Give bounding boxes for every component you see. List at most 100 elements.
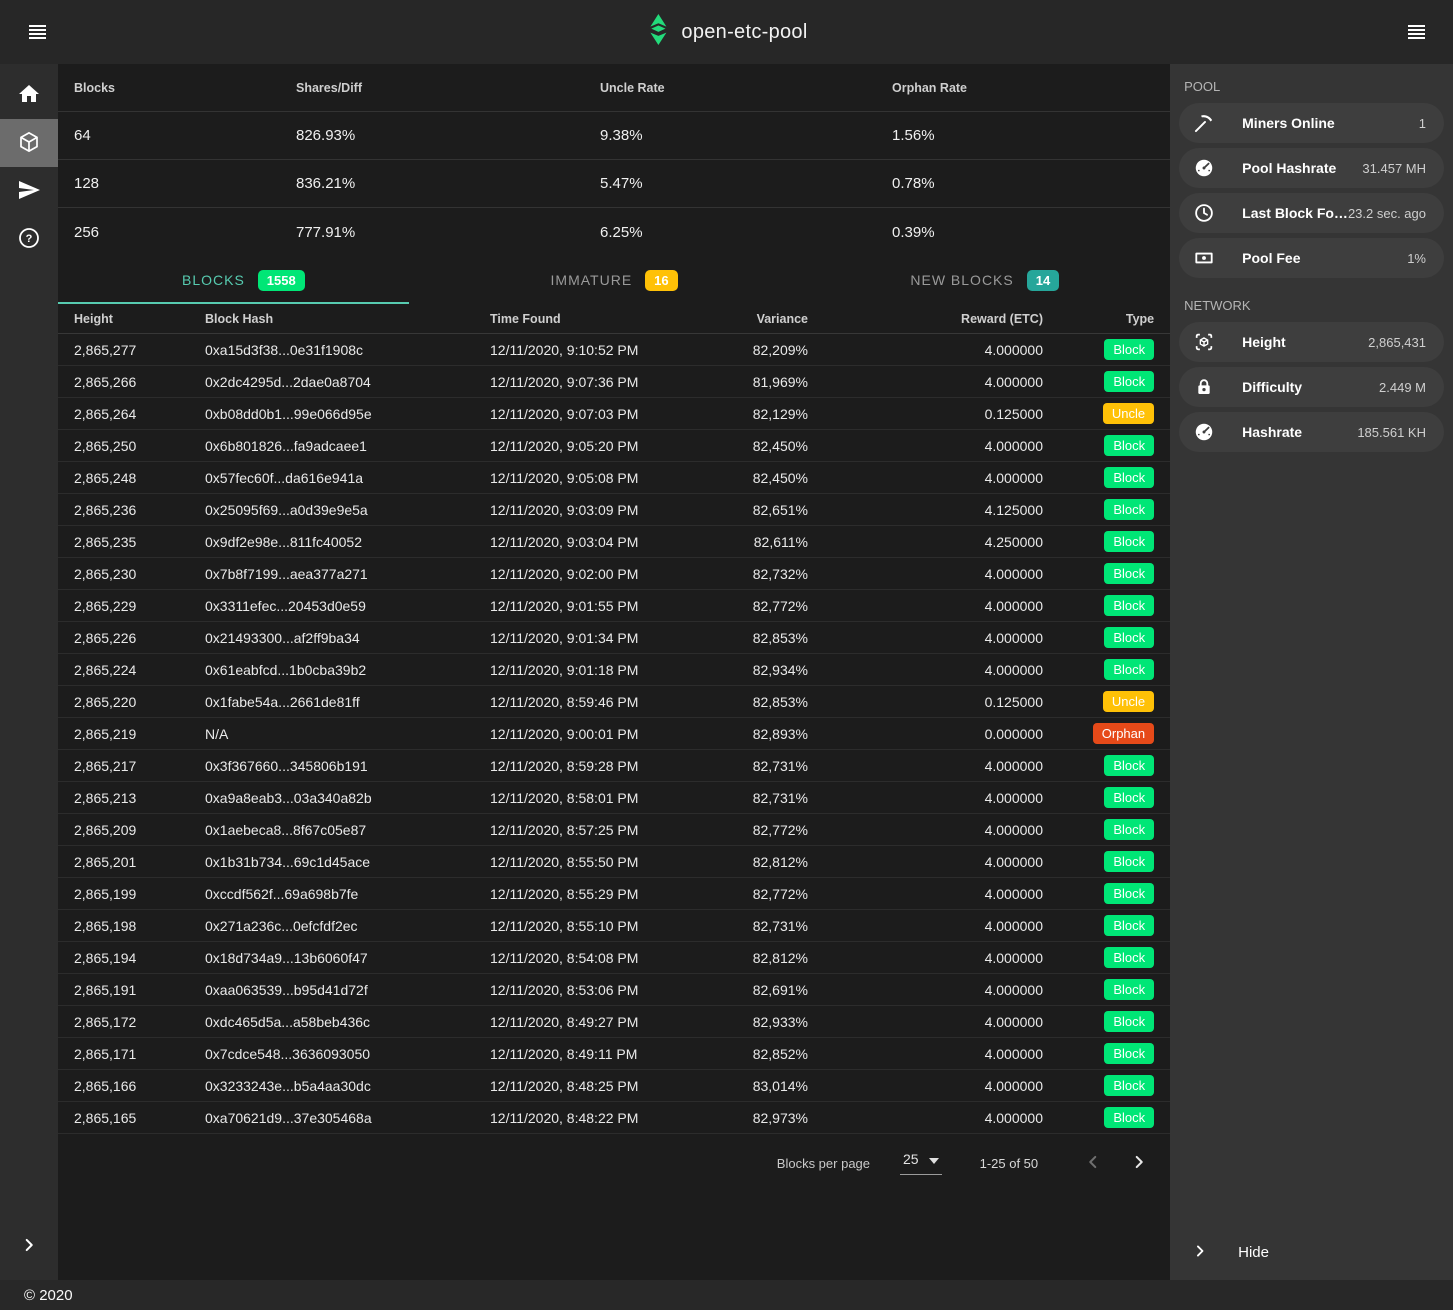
cell-height: 2,865,220 [74, 694, 205, 710]
cell-height: 2,865,199 [74, 886, 205, 902]
cell-block-hash: 0x2dc4295d...2dae0a8704 [205, 374, 490, 390]
nav-payments-button[interactable] [0, 167, 58, 215]
stat-pool-hashrate: Pool Hashrate 31.457 MH [1179, 148, 1444, 188]
cell-reward: 4.000000 [808, 854, 1043, 870]
per-page-select[interactable]: 25 [900, 1151, 942, 1175]
type-chip: Block [1104, 1075, 1154, 1096]
cell-shares-diff: 826.93% [296, 127, 600, 144]
tab-label: NEW BLOCKS [910, 272, 1013, 288]
tab[interactable]: NEW BLOCKS 14 [799, 256, 1170, 304]
cell-height: 2,865,235 [74, 534, 205, 550]
cell-height: 2,865,230 [74, 566, 205, 582]
cell-height: 2,865,236 [74, 502, 205, 518]
cell-time-found: 12/11/2020, 9:00:01 PM [490, 726, 700, 742]
hide-sidebar-button[interactable]: Hide [1170, 1224, 1453, 1280]
cell-variance: 82,772% [700, 822, 808, 838]
table-row: 2,865,277 0xa15d3f38...0e31f1908c 12/11/… [58, 334, 1170, 366]
stat-label: Height [1242, 334, 1368, 350]
cell-time-found: 12/11/2020, 9:10:52 PM [490, 342, 700, 358]
cell-time-found: 12/11/2020, 9:05:08 PM [490, 470, 700, 486]
hide-label: Hide [1238, 1244, 1269, 1261]
blocks-table-body: 2,865,277 0xa15d3f38...0e31f1908c 12/11/… [58, 334, 1170, 1134]
cell-reward: 4.000000 [808, 950, 1043, 966]
cell-height: 2,865,194 [74, 950, 205, 966]
cell-reward: 4.000000 [808, 1110, 1043, 1126]
cell-height: 2,865,217 [74, 758, 205, 774]
cell-variance: 82,731% [700, 790, 808, 806]
type-chip: Block [1104, 755, 1154, 776]
cell-variance: 82,651% [700, 502, 808, 518]
right-stats-sidebar: POOL Miners Online 1 Pool Hashrate [1170, 64, 1453, 1280]
cell-reward: 4.250000 [808, 534, 1043, 550]
cell-block-hash: 0x6b801826...fa9adcaee1 [205, 438, 490, 454]
cell-block-hash: 0xa9a8eab3...03a340a82b [205, 790, 490, 806]
prev-page-button[interactable] [1078, 1148, 1108, 1178]
left-menu-button[interactable] [16, 11, 58, 53]
type-chip: Block [1104, 563, 1154, 584]
cell-reward: 4.000000 [808, 790, 1043, 806]
cell-block-hash: 0x1fabe54a...2661de81ff [205, 694, 490, 710]
cell-height: 2,865,277 [74, 342, 205, 358]
tab[interactable]: BLOCKS 1558 [58, 256, 429, 304]
right-menu-button[interactable] [1395, 11, 1437, 53]
column-header: Uncle Rate [600, 81, 892, 95]
cell-time-found: 12/11/2020, 9:01:18 PM [490, 662, 700, 678]
left-nav-rail: ? [0, 64, 58, 1280]
pagination-bar: Blocks per page 25 1-25 of 50 [58, 1134, 1170, 1192]
luck-table-header: Blocks Shares/Diff Uncle Rate Orphan Rat… [58, 64, 1170, 112]
cell-time-found: 12/11/2020, 8:54:08 PM [490, 950, 700, 966]
page-range-label: 1-25 of 50 [980, 1156, 1039, 1171]
cell-height: 2,865,219 [74, 726, 205, 742]
cell-variance: 82,934% [700, 662, 808, 678]
stat-label: Last Block Fo… [1242, 205, 1348, 221]
cell-block-hash: 0x7b8f7199...aea377a271 [205, 566, 490, 582]
cell-block-hash: 0xdc465d5a...a58beb436c [205, 1014, 490, 1030]
nav-home-button[interactable] [0, 71, 58, 119]
cell-reward: 4.000000 [808, 342, 1043, 358]
table-row: 2,865,230 0x7b8f7199...aea377a271 12/11/… [58, 558, 1170, 590]
per-page-label: Blocks per page [777, 1156, 870, 1171]
cell-height: 2,865,213 [74, 790, 205, 806]
type-chip: Uncle [1103, 691, 1154, 712]
table-row: 2,865,235 0x9df2e98e...811fc40052 12/11/… [58, 526, 1170, 558]
stat-pool-fee: Pool Fee 1% [1179, 238, 1444, 278]
column-header-block-hash: Block Hash [205, 312, 490, 326]
cell-reward: 0.125000 [808, 694, 1043, 710]
table-row: 2,865,213 0xa9a8eab3...03a340a82b 12/11/… [58, 782, 1170, 814]
cell-block-hash: 0xa70621d9...37e305468a [205, 1110, 490, 1126]
cell-variance: 82,893% [700, 726, 808, 742]
table-row: 2,865,171 0x7cdce548...3636093050 12/11/… [58, 1038, 1170, 1070]
expand-rail-button[interactable] [0, 1224, 58, 1268]
type-chip: Block [1104, 499, 1154, 520]
next-page-button[interactable] [1124, 1148, 1154, 1178]
cell-block-hash: 0x9df2e98e...811fc40052 [205, 534, 490, 550]
cell-reward: 4.000000 [808, 822, 1043, 838]
table-row: 2,865,266 0x2dc4295d...2dae0a8704 12/11/… [58, 366, 1170, 398]
cell-time-found: 12/11/2020, 8:55:10 PM [490, 918, 700, 934]
svg-text:?: ? [26, 233, 33, 245]
cell-variance: 81,969% [700, 374, 808, 390]
copyright-label: © 2020 [24, 1287, 73, 1304]
cell-height: 2,865,198 [74, 918, 205, 934]
nav-help-button[interactable]: ? [0, 215, 58, 263]
cell-reward: 4.000000 [808, 598, 1043, 614]
blocks-table-header: Height Block Hash Time Found Variance Re… [58, 304, 1170, 334]
cell-block-hash: 0x25095f69...a0d39e9e5a [205, 502, 490, 518]
cell-time-found: 12/11/2020, 8:48:25 PM [490, 1078, 700, 1094]
cell-reward: 4.000000 [808, 374, 1043, 390]
table-row: 2,865,220 0x1fabe54a...2661de81ff 12/11/… [58, 686, 1170, 718]
table-row: 2,865,236 0x25095f69...a0d39e9e5a 12/11/… [58, 494, 1170, 526]
tab[interactable]: IMMATURE 16 [429, 256, 800, 304]
cell-variance: 83,014% [700, 1078, 808, 1094]
type-chip: Block [1104, 915, 1154, 936]
cell-blocks: 256 [74, 224, 296, 241]
cell-height: 2,865,250 [74, 438, 205, 454]
cell-block-hash: N/A [205, 726, 490, 742]
column-header-height: Height [74, 312, 205, 326]
cell-block-hash: 0x57fec60f...da616e941a [205, 470, 490, 486]
cell-height: 2,865,224 [74, 662, 205, 678]
cell-time-found: 12/11/2020, 8:57:25 PM [490, 822, 700, 838]
pickaxe-icon [1192, 112, 1216, 134]
cell-time-found: 12/11/2020, 9:05:20 PM [490, 438, 700, 454]
nav-blocks-button[interactable] [0, 119, 58, 167]
